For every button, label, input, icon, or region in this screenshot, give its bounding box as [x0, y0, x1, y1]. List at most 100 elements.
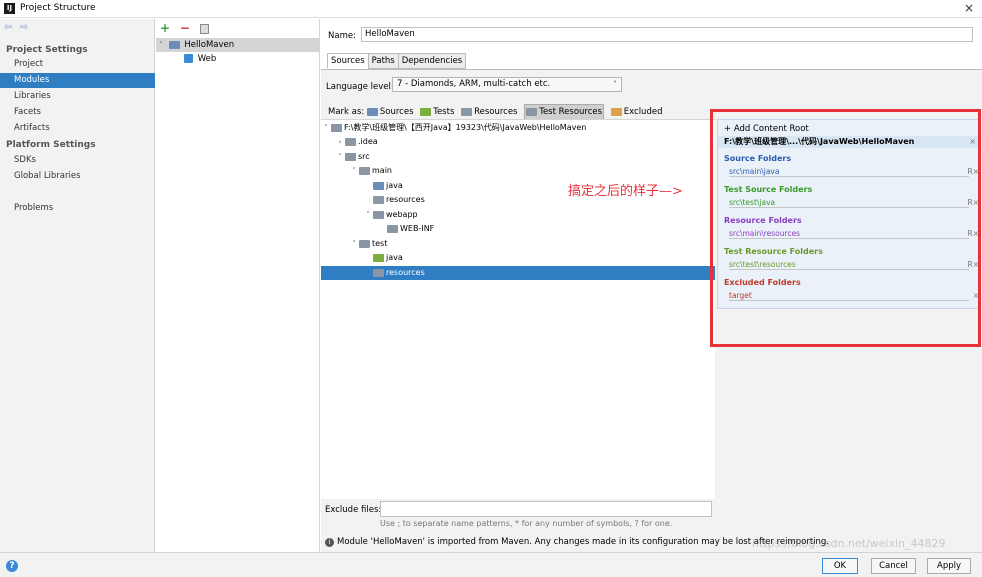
tree-row-webapp[interactable]: ˅ webapp	[321, 208, 715, 222]
dialog-button-bar: ? OK Cancel Apply	[0, 552, 982, 577]
help-icon[interactable]: ?	[6, 560, 18, 572]
mark-resources-label: Resources	[474, 107, 518, 117]
mark-excluded-button[interactable]: Excluded	[610, 105, 663, 119]
cancel-button[interactable]: Cancel	[871, 558, 916, 574]
annotation-text: 搞定之后的样子—>	[568, 184, 683, 199]
sources-folder-icon	[373, 181, 384, 190]
add-module-button[interactable]: +	[160, 21, 170, 35]
window-title: Project Structure	[20, 3, 96, 13]
nav-item-modules[interactable]: Modules	[0, 73, 155, 88]
mark-test-resources-button[interactable]: Test Resources	[524, 104, 605, 120]
tree-row-root[interactable]: ˅ F:\教学\班级管理\【西开Java】19323\代码\JavaWeb\Hel…	[321, 121, 715, 135]
chevron-down-icon[interactable]: ˅	[156, 38, 166, 52]
module-item-hellomaven[interactable]: ˅ HelloMaven	[156, 38, 320, 52]
nav-arrows: ⇦ ⇨	[4, 22, 32, 33]
nav-item-artifacts[interactable]: Artifacts	[0, 121, 155, 136]
mark-sources-button[interactable]: Sources	[366, 105, 414, 119]
remove-module-button[interactable]: −	[180, 21, 190, 35]
language-level-value: 7 - Diamonds, ARM, multi-catch etc.	[397, 79, 551, 89]
tree-label: .idea	[358, 137, 378, 146]
name-label: Name:	[328, 31, 356, 41]
project-settings-header: Project Settings	[6, 45, 88, 55]
tab-sources[interactable]: Sources	[327, 53, 369, 69]
tree-row-test[interactable]: ˅ test	[321, 237, 715, 251]
mark-as-bar: Mark as: Sources Tests Resources Test Re…	[328, 104, 666, 120]
tests-folder-icon	[420, 107, 432, 116]
tree-row-web-inf[interactable]: WEB-INF	[321, 222, 715, 236]
folder-icon	[331, 123, 342, 132]
nav-item-project[interactable]: Project	[0, 57, 155, 72]
platform-settings-header: Platform Settings	[6, 140, 96, 150]
resources-folder-icon	[373, 195, 384, 204]
tree-row-test-resources[interactable]: resources	[321, 266, 715, 280]
chevron-down-icon: ˅	[613, 80, 617, 89]
close-icon[interactable]: ×	[964, 1, 974, 15]
tests-folder-icon	[373, 253, 384, 262]
tree-label: src	[358, 152, 370, 161]
tree-row-test-java[interactable]: java	[321, 251, 715, 265]
test-resources-folder-icon	[373, 268, 384, 277]
mark-excluded-label: Excluded	[623, 107, 663, 117]
nav-item-global-libraries[interactable]: Global Libraries	[0, 169, 155, 184]
info-icon: i	[325, 538, 334, 547]
module-tabs: Sources Paths Dependencies	[327, 53, 467, 69]
tree-label: resources	[386, 268, 425, 277]
mark-sources-label: Sources	[379, 107, 414, 117]
chevron-down-icon[interactable]: ˅	[363, 208, 373, 222]
nav-item-libraries[interactable]: Libraries	[0, 89, 155, 104]
chevron-down-icon[interactable]: ˅	[349, 237, 359, 251]
mark-tests-button[interactable]: Tests	[420, 105, 454, 119]
tree-label: resources	[386, 195, 425, 204]
folder-icon	[373, 210, 384, 219]
tree-row-src[interactable]: ˅ src	[321, 150, 715, 164]
module-label: Web	[197, 54, 217, 64]
folder-icon	[345, 152, 356, 161]
mark-test-resources-label: Test Resources	[539, 107, 603, 117]
nav-item-problems[interactable]: Problems	[0, 201, 155, 216]
module-item-web[interactable]: Web	[156, 52, 320, 66]
tree-row-main[interactable]: ˅ main	[321, 164, 715, 178]
copy-icon[interactable]	[199, 23, 209, 34]
tree-row-idea[interactable]: › .idea	[321, 135, 715, 149]
chevron-down-icon[interactable]: ˅	[321, 121, 331, 135]
ok-button[interactable]: OK	[822, 558, 858, 574]
exclude-files-label: Exclude files:	[325, 505, 382, 515]
resources-folder-icon	[461, 107, 473, 116]
highlight-annotation-box	[710, 109, 981, 347]
nav-item-sdks[interactable]: SDKs	[0, 153, 155, 168]
tab-paths[interactable]: Paths	[367, 53, 399, 69]
test-resources-folder-icon	[526, 107, 538, 116]
excluded-folder-icon	[610, 107, 622, 116]
tree-label: test	[372, 239, 388, 248]
folder-icon	[345, 137, 356, 146]
watermark: https://blog.csdn.net/weixin_44829	[752, 537, 946, 550]
apply-button[interactable]: Apply	[927, 558, 971, 574]
mark-tests-label: Tests	[433, 107, 455, 117]
intellij-icon: IJ	[4, 3, 15, 14]
folder-icon	[359, 166, 370, 175]
module-folder-icon	[168, 40, 180, 49]
sources-folder-icon	[366, 107, 378, 116]
tree-label: java	[386, 253, 403, 262]
settings-nav: ⇦ ⇨ Project Settings Project Modules Lib…	[0, 19, 155, 552]
web-facet-icon	[184, 54, 193, 63]
module-label: HelloMaven	[184, 40, 235, 50]
folder-icon	[387, 224, 398, 233]
source-tree: ˅ F:\教学\班级管理\【西开Java】19323\代码\JavaWeb\Hel…	[321, 119, 715, 499]
chevron-down-icon[interactable]: ˅	[335, 150, 345, 164]
tab-dependencies[interactable]: Dependencies	[397, 53, 467, 69]
modules-toolbar: + −	[160, 21, 209, 37]
title-bar: IJ Project Structure ×	[0, 0, 982, 18]
tree-label: WEB-INF	[400, 224, 435, 233]
back-arrow-icon[interactable]: ⇦	[4, 22, 12, 33]
nav-item-facets[interactable]: Facets	[0, 105, 155, 120]
language-level-select[interactable]: 7 - Diamonds, ARM, multi-catch etc. ˅	[392, 77, 622, 92]
chevron-right-icon[interactable]: ›	[335, 135, 345, 149]
tree-label: java	[386, 181, 403, 190]
mark-resources-button[interactable]: Resources	[461, 105, 518, 119]
chevron-down-icon[interactable]: ˅	[349, 164, 359, 178]
forward-arrow-icon[interactable]: ⇨	[20, 22, 28, 33]
exclude-files-input[interactable]	[380, 501, 712, 517]
modules-panel: + − ˅ HelloMaven Web	[156, 19, 320, 552]
module-name-input[interactable]: HelloMaven	[361, 27, 973, 42]
